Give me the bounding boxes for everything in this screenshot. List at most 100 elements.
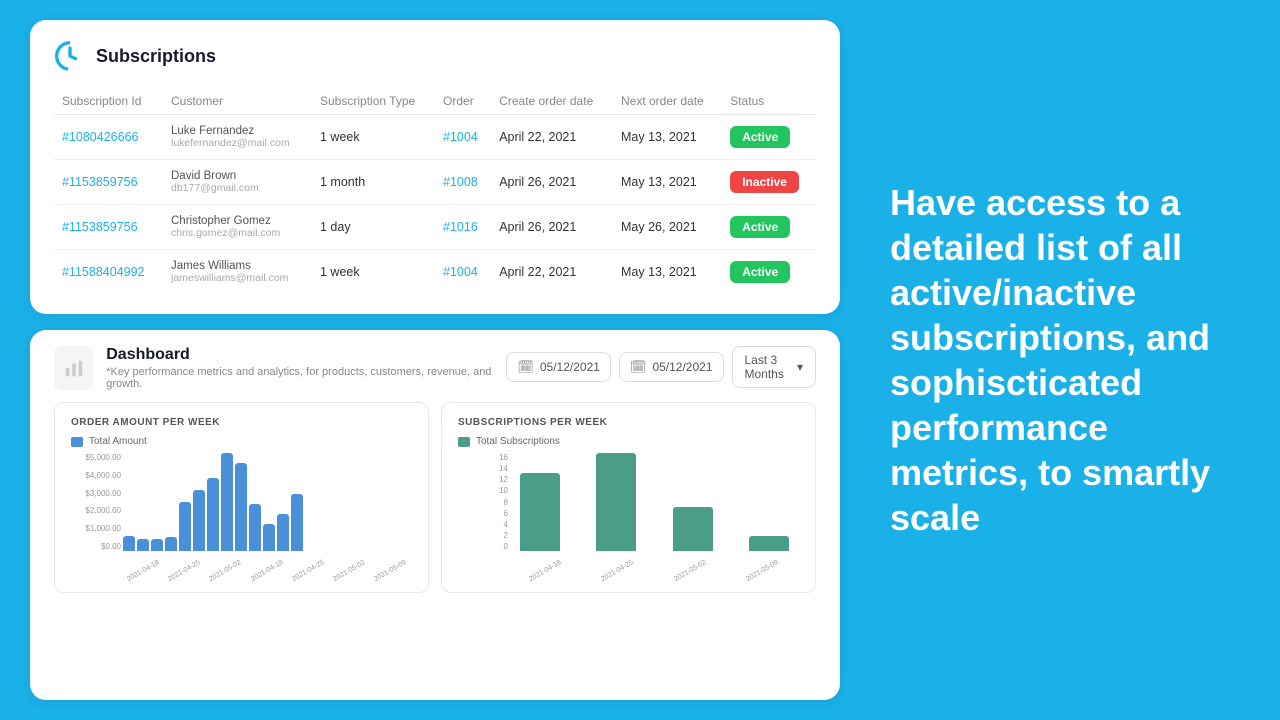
cell-order[interactable]: #1008	[435, 160, 491, 205]
date-to-input[interactable]: 🗓 05/12/2021	[619, 352, 724, 382]
bar	[263, 524, 275, 551]
bar-chart-icon	[63, 357, 85, 379]
chart1-x-labels: 2021-04-18 2021-04-25 2021-05-02 2021-04…	[71, 577, 412, 584]
cell-order[interactable]: #1004	[435, 250, 491, 295]
bar	[179, 502, 191, 551]
table-row: #1153859756 David Brown db177@gmail.com …	[54, 160, 816, 205]
chart2-legend-label: Total Subscriptions	[476, 436, 560, 447]
cell-next-date: May 26, 2021	[613, 205, 722, 250]
bar	[673, 507, 713, 551]
chart2-area: 16 14 12 10 8 6 4 2 0	[458, 453, 799, 573]
card-header: Subscriptions	[54, 40, 816, 72]
chart1-title: ORDER AMOUNT PER WEEK	[71, 417, 412, 428]
cell-type: 1 week	[312, 115, 435, 160]
cell-type: 1 day	[312, 205, 435, 250]
cell-status: Active	[722, 205, 816, 250]
bar	[165, 537, 177, 551]
cell-next-date: May 13, 2021	[613, 160, 722, 205]
bar	[123, 536, 135, 551]
subscriptions-title: Subscriptions	[96, 46, 216, 67]
cell-customer: Luke Fernandez lukefernandez@mail.com	[163, 115, 312, 160]
dashboard-title: Dashboard	[106, 346, 494, 364]
chart1-legend: Total Amount	[71, 436, 412, 447]
cell-customer: David Brown db177@gmail.com	[163, 160, 312, 205]
date-from-value: 05/12/2021	[540, 360, 600, 374]
order-amount-chart: ORDER AMOUNT PER WEEK Total Amount $5,00…	[54, 402, 429, 593]
table-body: #1080426666 Luke Fernandez lukefernandez…	[54, 115, 816, 295]
range-label: Last 3 Months	[745, 353, 791, 381]
bar	[235, 463, 247, 551]
chart2-x-labels: 2021-04-18 2021-04-25 2021-05-02 2021-05…	[458, 577, 799, 584]
cell-create-date: April 26, 2021	[491, 205, 613, 250]
cell-type: 1 month	[312, 160, 435, 205]
bar	[520, 473, 560, 551]
subscriptions-card: Subscriptions Subscription Id Customer S…	[30, 20, 840, 314]
cell-type: 1 week	[312, 250, 435, 295]
right-panel: Have access to a detailed list of all ac…	[860, 160, 1280, 560]
subscriptions-per-week-chart: SUBSCRIPTIONS PER WEEK Total Subscriptio…	[441, 402, 816, 593]
bar	[151, 539, 163, 551]
col-sub-id: Subscription Id	[54, 88, 163, 115]
chart1-legend-dot	[71, 437, 83, 447]
chart1-bars	[123, 453, 412, 551]
dashboard-icon-box	[54, 346, 94, 390]
table-row: #1080426666 Luke Fernandez lukefernandez…	[54, 115, 816, 160]
bar	[291, 494, 303, 551]
cell-create-date: April 26, 2021	[491, 160, 613, 205]
bar	[277, 514, 289, 551]
chart2-legend-dot	[458, 437, 470, 447]
cell-status: Inactive	[722, 160, 816, 205]
cell-status: Active	[722, 115, 816, 160]
calendar-icon-2: 🗓	[630, 359, 647, 375]
subscriptions-icon	[54, 40, 86, 72]
dashboard-info: Dashboard *Key performance metrics and a…	[106, 346, 494, 390]
chart2-legend: Total Subscriptions	[458, 436, 799, 447]
date-from-input[interactable]: 🗓 05/12/2021	[506, 352, 611, 382]
cell-order[interactable]: #1004	[435, 115, 491, 160]
col-order: Order	[435, 88, 491, 115]
cell-sub-id[interactable]: #11588404992	[54, 250, 163, 295]
dashboard-subtitle: *Key performance metrics and analytics, …	[106, 366, 494, 390]
chevron-down-icon: ▾	[797, 360, 803, 374]
cell-status: Active	[722, 250, 816, 295]
cell-next-date: May 13, 2021	[613, 250, 722, 295]
cell-customer: James Williams jameswilliams@mail.com	[163, 250, 312, 295]
col-create-date: Create order date	[491, 88, 613, 115]
col-next-date: Next order date	[613, 88, 722, 115]
chart2-y-axis: 16 14 12 10 8 6 4 2 0	[458, 453, 508, 551]
cell-create-date: April 22, 2021	[491, 115, 613, 160]
bar	[221, 453, 233, 551]
marketing-text: Have access to a detailed list of all ac…	[890, 180, 1250, 540]
left-panel: Subscriptions Subscription Id Customer S…	[0, 0, 860, 720]
table-row: #11588404992 James Williams jameswilliam…	[54, 250, 816, 295]
bar	[193, 490, 205, 551]
range-button[interactable]: Last 3 Months ▾	[732, 346, 817, 388]
cell-sub-id[interactable]: #1080426666	[54, 115, 163, 160]
table-row: #1153859756 Christopher Gomez chris.gome…	[54, 205, 816, 250]
table-header: Subscription Id Customer Subscription Ty…	[54, 88, 816, 115]
bar	[249, 504, 261, 551]
col-status: Status	[722, 88, 816, 115]
calendar-icon-1: 🗓	[517, 359, 534, 375]
cell-next-date: May 13, 2021	[613, 115, 722, 160]
bar	[596, 453, 636, 551]
cell-sub-id[interactable]: #1153859756	[54, 205, 163, 250]
cell-order[interactable]: #1016	[435, 205, 491, 250]
chart2-bars	[510, 453, 799, 551]
date-to-value: 05/12/2021	[652, 360, 712, 374]
cell-sub-id[interactable]: #1153859756	[54, 160, 163, 205]
chart1-y-axis: $5,000.00 $4,000.00 $3,000.00 $2,000.00 …	[71, 453, 121, 551]
dashboard-controls: 🗓 05/12/2021 🗓 05/12/2021 Last 3 Months …	[506, 346, 816, 388]
subscriptions-table: Subscription Id Customer Subscription Ty…	[54, 88, 816, 294]
bar	[749, 536, 789, 551]
chart1-legend-label: Total Amount	[89, 436, 147, 447]
cell-create-date: April 22, 2021	[491, 250, 613, 295]
cell-customer: Christopher Gomez chris.gomez@mail.com	[163, 205, 312, 250]
charts-row: ORDER AMOUNT PER WEEK Total Amount $5,00…	[54, 402, 816, 593]
bar	[207, 478, 219, 552]
dashboard-card: Dashboard *Key performance metrics and a…	[30, 330, 840, 700]
chart2-title: SUBSCRIPTIONS PER WEEK	[458, 417, 799, 428]
col-customer: Customer	[163, 88, 312, 115]
col-type: Subscription Type	[312, 88, 435, 115]
chart1-area: $5,000.00 $4,000.00 $3,000.00 $2,000.00 …	[71, 453, 412, 573]
